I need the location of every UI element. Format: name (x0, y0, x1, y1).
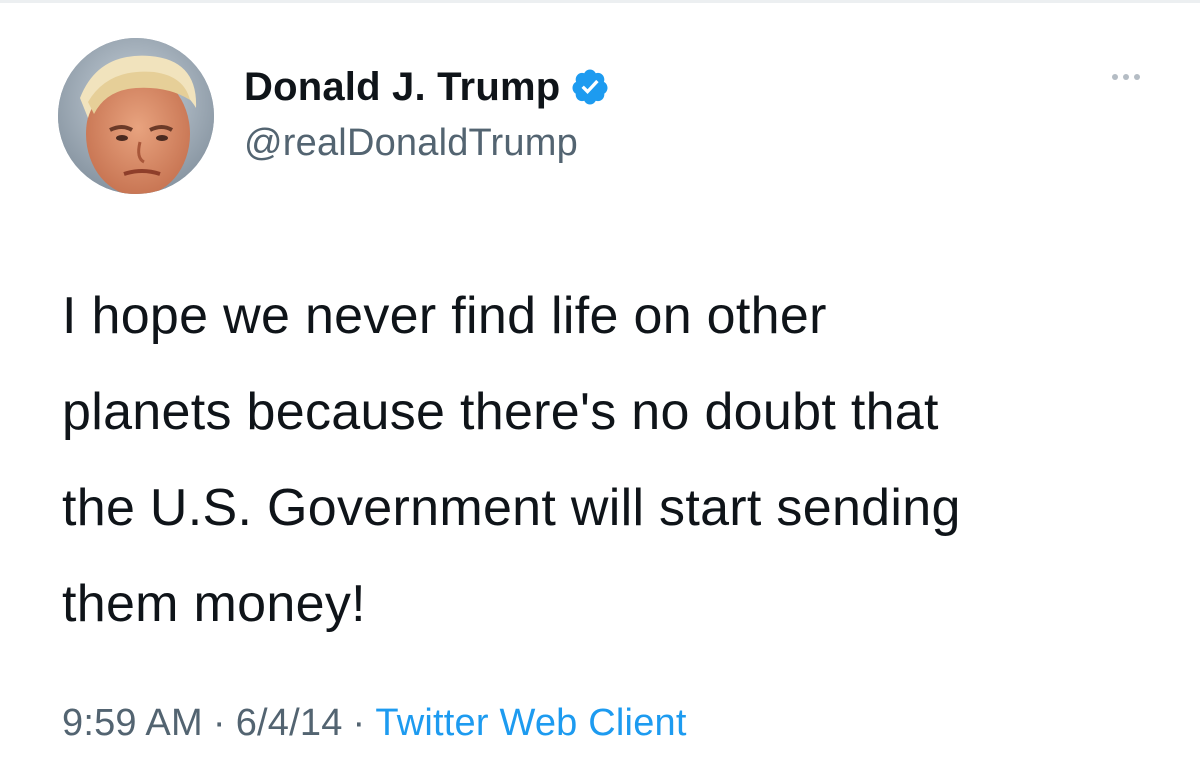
tweet-meta: 9:59 AM · 6/4/14 · Twitter Web Client (62, 702, 687, 745)
more-dot (1134, 74, 1140, 80)
tweet-text-line: planets because there's no doubt that (62, 383, 939, 441)
avatar-image (58, 38, 214, 194)
tweet-date[interactable]: 6/4/14 (236, 702, 343, 744)
tweet-time[interactable]: 9:59 AM (62, 702, 203, 744)
tweet-text-line: them money! (62, 575, 366, 633)
tweet-text-line: the U.S. Government will start sending (62, 479, 961, 537)
more-dot (1123, 74, 1129, 80)
more-dot (1112, 74, 1118, 80)
avatar[interactable] (58, 38, 214, 194)
tweet-source-link[interactable]: Twitter Web Client (375, 702, 686, 744)
verified-badge-icon (572, 69, 608, 105)
user-handle[interactable]: @realDonaldTrump (244, 122, 610, 165)
meta-separator: · (352, 702, 366, 744)
more-options-icon[interactable] (1112, 74, 1140, 80)
tweet-text-line: I hope we never find life on other (62, 287, 827, 345)
tweet-text: I hope we never find life on other plane… (62, 268, 1162, 652)
tweet-header: Donald J. Trump @realDonaldTrump (244, 62, 610, 165)
name-row: Donald J. Trump (244, 62, 610, 112)
divider (0, 0, 1200, 3)
tweet-card: Donald J. Trump @realDonaldTrump I hope … (0, 0, 1200, 780)
display-name[interactable]: Donald J. Trump (244, 65, 560, 110)
meta-separator: · (212, 702, 226, 744)
